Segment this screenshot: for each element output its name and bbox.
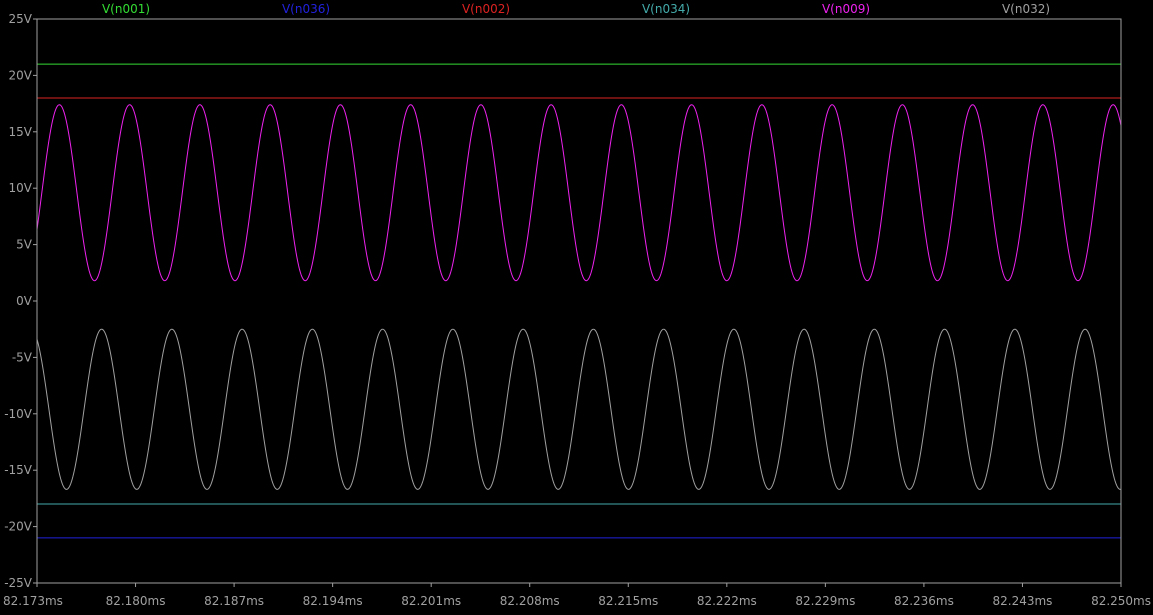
x-tick-label: 82.250ms <box>1091 594 1151 608</box>
y-tick-label: -20V <box>4 520 33 534</box>
y-tick-label: 0V <box>16 294 33 308</box>
x-tick-label: 82.201ms <box>401 594 461 608</box>
x-tick-label: 82.180ms <box>106 594 166 608</box>
trace-v-n032[interactable] <box>36 328 1122 490</box>
legend: V(n001) V(n036) V(n002) V(n034) V(n009) V(n03… <box>102 2 1050 16</box>
plot-window: V(n001) V(n036) V(n002) V(n034) V(n009) V(n03… <box>0 0 1153 610</box>
legend-label[interactable]: V(n034) <box>642 2 690 16</box>
x-tick-label: 82.229ms <box>795 594 855 608</box>
legend-label[interactable]: V(n032) <box>1002 2 1050 16</box>
legend-label[interactable]: V(n002) <box>462 2 510 16</box>
y-tick-label: 20V <box>9 68 33 82</box>
y-tick-label: -10V <box>4 407 33 421</box>
x-tick-label: 82.215ms <box>598 594 658 608</box>
legend-label[interactable]: V(n009) <box>822 2 870 16</box>
x-axis: 82.173ms 82.180ms 82.187ms 82.194ms 82.201ms… <box>3 583 1151 608</box>
x-tick-label: 82.173ms <box>3 594 63 608</box>
x-tick-label: 82.208ms <box>500 594 560 608</box>
plot-frame <box>36 18 1122 584</box>
y-tick-label: 25V <box>9 12 33 26</box>
x-tick-label: 82.187ms <box>204 594 264 608</box>
legend-label[interactable]: V(n036) <box>282 2 330 16</box>
x-tick-label: 82.236ms <box>894 594 954 608</box>
chart-svg[interactable]: V(n001) V(n036) V(n002) V(n034) V(n009) V(n03… <box>0 0 1153 610</box>
x-tick-label: 82.243ms <box>992 594 1052 608</box>
y-tick-label: -5V <box>12 350 33 364</box>
trace-v-n009[interactable] <box>36 104 1122 282</box>
y-tick-label: -15V <box>4 463 33 477</box>
y-tick-label: 10V <box>9 181 33 195</box>
y-axis: 25V 20V 15V 10V 5V 0V -5V -10V -15V -20V -25V <box>4 12 37 590</box>
y-tick-label: 5V <box>16 238 33 252</box>
legend-label[interactable]: V(n001) <box>102 2 150 16</box>
x-tick-label: 82.222ms <box>697 594 757 608</box>
x-tick-label: 82.194ms <box>303 594 363 608</box>
trace-area[interactable] <box>36 63 1122 539</box>
y-tick-label: 15V <box>9 125 33 139</box>
y-tick-label: -25V <box>4 576 33 590</box>
